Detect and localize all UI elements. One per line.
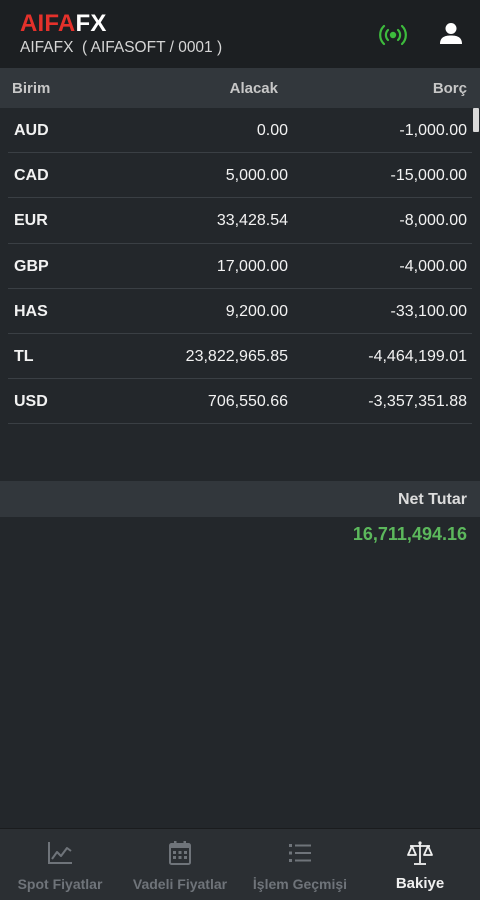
table-row[interactable]: EUR 33,428.54 -8,000.00 bbox=[0, 198, 480, 244]
table-row[interactable]: GBP 17,000.00 -4,000.00 bbox=[0, 244, 480, 289]
row-divider bbox=[8, 423, 472, 425]
list-icon bbox=[289, 844, 311, 862]
currency-cell: AUD bbox=[14, 122, 49, 139]
alacak-cell: 0.00 bbox=[256, 122, 288, 139]
bottom-navigation: Spot Fiyatlar Vadeli Fiyatlar İşlem Geçm… bbox=[0, 828, 480, 900]
currency-cell: GBP bbox=[14, 257, 49, 275]
alacak-cell: 33,428.54 bbox=[216, 212, 288, 230]
borc-cell: -8,000.00 bbox=[399, 212, 467, 230]
nav-label: Bakiye bbox=[395, 875, 445, 892]
table-scrollbar[interactable] bbox=[473, 108, 479, 132]
logo-part-1: AIFA bbox=[20, 10, 76, 37]
alacak-cell: 5,000.00 bbox=[225, 167, 288, 185]
alacak-cell: 706,550.66 bbox=[207, 393, 288, 411]
app-header: AIFAFX AIFAFX ( AIFASOFT / 0001 ) bbox=[0, 0, 480, 68]
nav-label: Vadeli Fiyatlar bbox=[132, 876, 228, 892]
alacak-cell: 17,000.00 bbox=[216, 257, 288, 275]
nav-spot-fiyatlar[interactable]: Spot Fiyatlar bbox=[0, 829, 120, 900]
currency-cell: TL bbox=[14, 347, 34, 365]
borc-cell: -33,100.00 bbox=[390, 302, 467, 320]
table-row[interactable]: USD 706,550.66 -3,357,351.88 bbox=[0, 379, 480, 425]
borc-cell: -15,000.00 bbox=[390, 167, 467, 185]
column-header-borc: Borç bbox=[432, 80, 467, 97]
net-total-bar: Net Tutar bbox=[0, 481, 480, 517]
table-row[interactable]: HAS 9,200.00 -33,100.00 bbox=[0, 289, 480, 334]
line-chart-icon bbox=[48, 842, 72, 864]
nav-vadeli-fiyatlar[interactable]: Vadeli Fiyatlar bbox=[120, 829, 240, 900]
alacak-cell: 9,200.00 bbox=[225, 302, 288, 320]
currency-cell: CAD bbox=[14, 167, 49, 185]
account-subtitle: AIFAFX ( AIFASOFT / 0001 ) bbox=[20, 39, 223, 56]
borc-cell: -3,357,351.88 bbox=[368, 393, 467, 411]
signal-broadcast-icon[interactable] bbox=[378, 22, 408, 48]
user-icon[interactable] bbox=[439, 21, 463, 47]
net-total-label: Net Tutar bbox=[397, 491, 467, 508]
logo-part-2: FX bbox=[75, 10, 107, 37]
app-logo: AIFAFX bbox=[20, 11, 107, 37]
borc-cell: -1,000.00 bbox=[399, 122, 467, 139]
column-header-birim: Birim bbox=[12, 80, 51, 97]
table-row[interactable]: TL 23,822,965.85 -4,464,199.01 bbox=[0, 334, 480, 380]
nav-label: İşlem Geçmişi bbox=[252, 876, 348, 892]
calendar-icon bbox=[169, 841, 191, 865]
nav-islem-gecmisi[interactable]: İşlem Geçmişi bbox=[240, 829, 360, 900]
table-row[interactable]: CAD 5,000.00 -15,000.00 bbox=[0, 153, 480, 199]
alacak-cell: 23,822,965.85 bbox=[185, 347, 288, 365]
column-header-alacak: Alacak bbox=[229, 80, 278, 97]
nav-bakiye[interactable]: Bakiye bbox=[360, 829, 480, 900]
borc-cell: -4,000.00 bbox=[399, 257, 467, 275]
balance-table-header: Birim Alacak Borç bbox=[0, 68, 480, 108]
net-total-value: 16,711,494.16 bbox=[352, 524, 467, 544]
currency-cell: HAS bbox=[14, 302, 48, 320]
borc-cell: -4,464,199.01 bbox=[368, 347, 467, 365]
currency-cell: USD bbox=[14, 393, 48, 411]
table-row[interactable]: AUD 0.00 -1,000.00 bbox=[0, 108, 480, 154]
currency-cell: EUR bbox=[14, 212, 48, 230]
nav-label: Spot Fiyatlar bbox=[17, 876, 103, 892]
balance-table-body[interactable]: AUD 0.00 -1,000.00 CAD 5,000.00 -15,000.… bbox=[0, 108, 480, 425]
balance-scale-icon bbox=[407, 841, 433, 865]
